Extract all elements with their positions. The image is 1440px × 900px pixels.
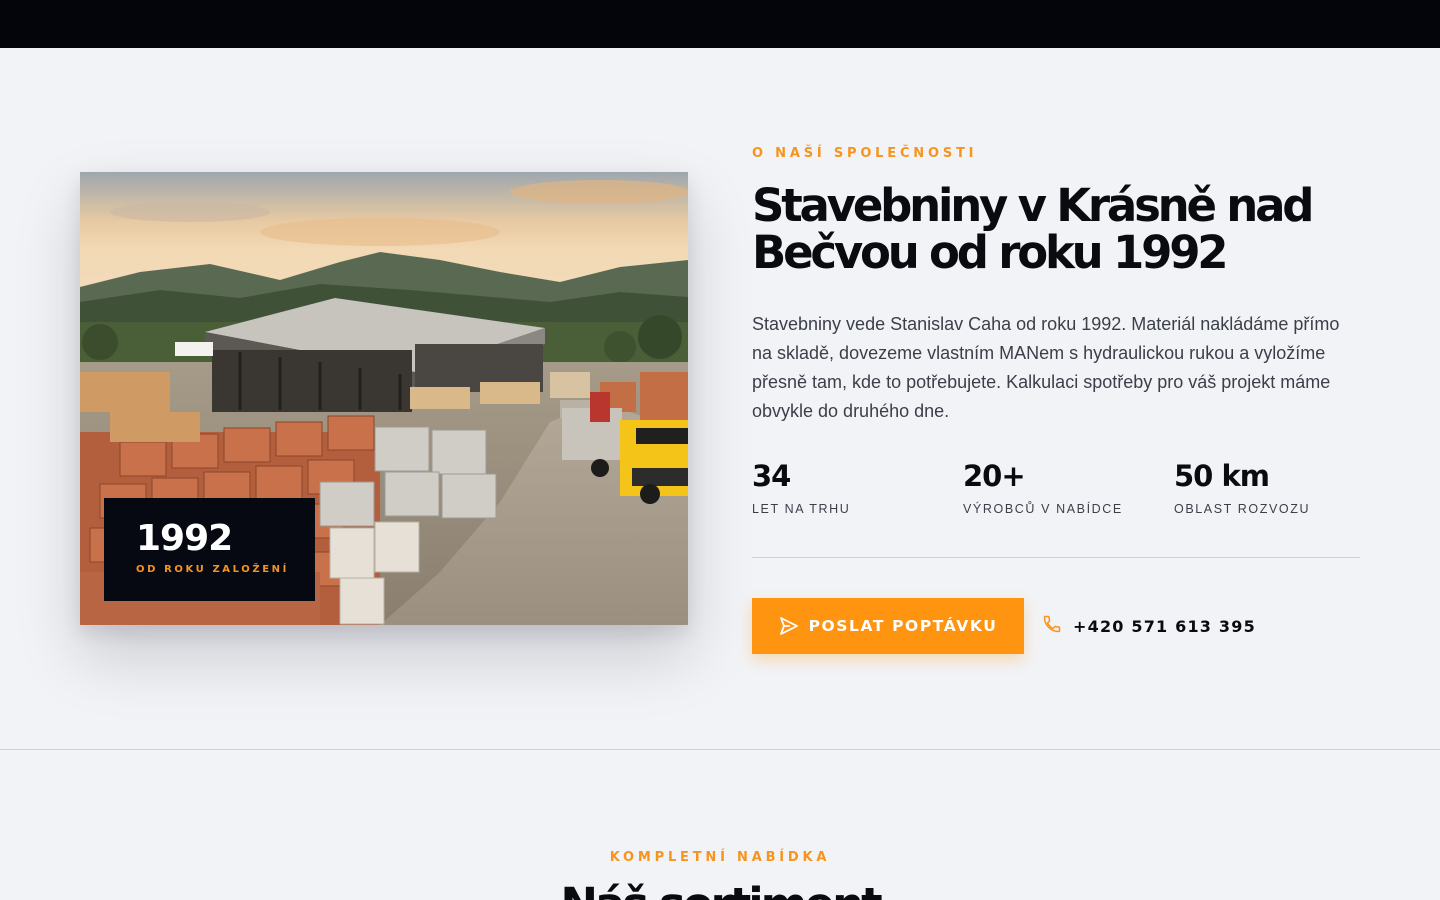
phone-number: +420 571 613 395 [1073,616,1256,636]
send-icon [779,616,799,636]
company-stats: 34 LET NA TRHU 20+ VÝROBCŮ V NABÍDCE 50 … [752,458,1360,518]
section-divider [0,749,1440,750]
founded-year-badge: 1992 OD ROKU ZALOŽENÍ [104,498,315,601]
founded-year-label: OD ROKU ZALOŽENÍ [136,564,289,575]
stat-value: 20+ [963,459,1026,493]
stat-label: VÝROBCŮ V NABÍDCE [963,502,1123,516]
stat-label: LET NA TRHU [752,502,851,516]
assortment-headline: Náš sortiment [0,880,1440,900]
about-headline: Stavebniny v Krásně nad Bečvou od roku 1… [752,179,1315,279]
assortment-eyebrow: KOMPLETNÍ NABÍDKA [609,850,831,865]
stat-value: 50 km [1174,459,1270,493]
divider [752,557,1360,558]
top-navigation-bar [0,0,1440,48]
send-inquiry-label: POSLAT POPTÁVKU [808,617,998,635]
about-eyebrow: O NAŠÍ SPOLEČNOSTI [752,146,978,161]
phone-icon [1042,614,1062,639]
about-description: Stavebniny vede Stanislav Caha od roku 1… [752,314,1340,421]
stat-label: OBLAST ROZVOZU [1174,502,1311,516]
founded-year: 1992 [136,518,233,559]
stat-manufacturers: 20+ VÝROBCŮ V NABÍDCE [963,458,1123,516]
send-inquiry-button[interactable]: POSLAT POPTÁVKU [752,598,1024,654]
phone-link[interactable]: +420 571 613 395 [1042,612,1256,640]
stat-years: 34 LET NA TRHU [752,458,850,516]
stat-value: 34 [752,459,791,493]
stat-delivery-area: 50 km OBLAST ROZVOZU [1174,458,1310,516]
